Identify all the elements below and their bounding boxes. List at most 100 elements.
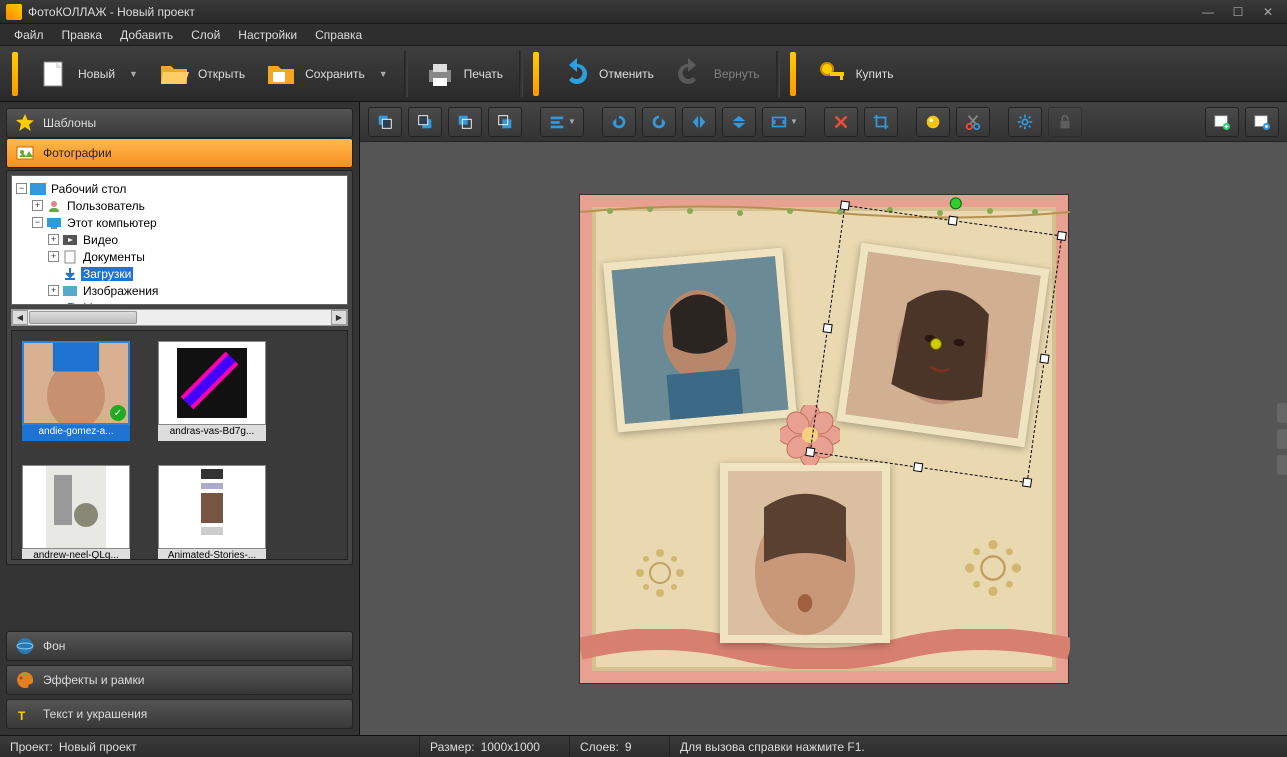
minimize-button[interactable]: — — [1195, 3, 1221, 21]
thumbnail-item[interactable]: Animated-Stories-... — [158, 465, 266, 560]
background-tab[interactable]: Фон — [6, 631, 353, 661]
text-tab[interactable]: T Текст и украшения — [6, 699, 353, 729]
fit-button[interactable]: ▼ — [762, 107, 806, 137]
collapse-icon[interactable]: − — [32, 217, 43, 228]
scroll-left-icon[interactable]: ◀ — [12, 310, 28, 325]
print-button[interactable]: Печать — [414, 52, 513, 96]
open-button[interactable]: Открыть — [148, 52, 255, 96]
delete-button[interactable] — [824, 107, 858, 137]
tree-scrollbar[interactable]: ◀ ▶ — [11, 309, 348, 326]
photos-tab[interactable]: Фотографии — [6, 138, 353, 168]
menu-help[interactable]: Справка — [307, 26, 370, 44]
tree-images[interactable]: + Изображения — [14, 282, 345, 299]
tree-label: Видео — [81, 233, 120, 247]
undo-button[interactable]: Отменить — [549, 52, 664, 96]
collage-photo[interactable] — [602, 247, 796, 432]
align-button[interactable]: ▼ — [540, 107, 584, 137]
right-tab[interactable] — [1277, 403, 1287, 423]
right-tab[interactable] — [1277, 429, 1287, 449]
redo-label: Вернуть — [714, 67, 760, 81]
pearl-decoration[interactable] — [630, 543, 690, 603]
menu-settings[interactable]: Настройки — [230, 26, 305, 44]
menu-layer[interactable]: Слой — [183, 26, 228, 44]
settings-button[interactable] — [1008, 107, 1042, 137]
tree-user[interactable]: + Пользователь — [14, 197, 345, 214]
resize-handle-w[interactable] — [822, 323, 832, 333]
bring-forward-button[interactable] — [408, 107, 442, 137]
templates-tab[interactable]: Шаблоны — [6, 108, 353, 138]
collage-canvas[interactable] — [579, 194, 1069, 684]
send-backward-button[interactable] — [448, 107, 482, 137]
flip-vertical-button[interactable] — [722, 107, 756, 137]
collage-photo[interactable] — [720, 463, 890, 643]
resize-handle-se[interactable] — [1022, 477, 1032, 487]
collapse-icon[interactable]: − — [16, 183, 27, 194]
thumbnail-image — [158, 341, 266, 425]
toolbar-separator — [776, 51, 780, 97]
tree-downloads[interactable]: Загрузки — [14, 265, 345, 282]
rotate-right-button[interactable] — [642, 107, 676, 137]
effects-tab[interactable]: Эффекты и рамки — [6, 665, 353, 695]
toolbar-accent — [533, 52, 539, 96]
expand-icon[interactable]: + — [48, 234, 59, 245]
close-button[interactable]: ✕ — [1255, 3, 1281, 21]
tree-video[interactable]: + Видео — [14, 231, 345, 248]
add-image-button[interactable] — [1205, 107, 1239, 137]
cut-button[interactable] — [956, 107, 990, 137]
image-settings-button[interactable] — [1245, 107, 1279, 137]
rotate-handle[interactable] — [948, 196, 962, 210]
maximize-button[interactable]: ☐ — [1225, 3, 1251, 21]
expand-icon[interactable]: + — [48, 251, 59, 262]
bring-front-button[interactable] — [368, 107, 402, 137]
save-button[interactable]: Сохранить ▼ — [255, 52, 398, 96]
resize-handle-sw[interactable] — [805, 446, 815, 456]
thumbnail-item[interactable]: andras-vas-Bd7g... — [158, 341, 266, 441]
menu-file[interactable]: Файл — [6, 26, 52, 44]
tree-desktop[interactable]: − Рабочий стол — [14, 180, 345, 197]
window-title: ФотоКОЛЛАЖ - Новый проект — [28, 5, 1195, 19]
bead-decoration — [580, 205, 1070, 219]
right-tab[interactable] — [1277, 455, 1287, 475]
resize-handle-nw[interactable] — [839, 200, 849, 210]
menu-edit[interactable]: Правка — [54, 26, 111, 44]
crop-button[interactable] — [864, 107, 898, 137]
resize-handle-e[interactable] — [1039, 353, 1049, 363]
flip-horizontal-button[interactable] — [682, 107, 716, 137]
toolbar-accent — [790, 52, 796, 96]
folder-tree[interactable]: − Рабочий стол + Пользователь − Этот ком… — [11, 175, 348, 305]
expand-icon[interactable]: + — [48, 285, 59, 296]
selection-box[interactable] — [809, 204, 1062, 482]
tree-label: Пользователь — [65, 199, 147, 213]
rotate-left-button[interactable] — [602, 107, 636, 137]
thumbnail-label: andie-gomez-a... — [22, 425, 130, 441]
resize-handle-n[interactable] — [947, 215, 957, 225]
menu-add[interactable]: Добавить — [112, 26, 181, 44]
sidebar: Шаблоны Фотографии − Рабочий стол + Поль… — [0, 102, 360, 735]
palette-icon — [15, 670, 35, 690]
thumbnail-item[interactable]: andrew-neel-QLq... — [22, 465, 130, 560]
tree-documents[interactable]: + Документы — [14, 248, 345, 265]
resize-handle-s[interactable] — [913, 462, 923, 472]
scroll-right-icon[interactable]: ▶ — [331, 310, 347, 325]
scroll-thumb[interactable] — [29, 311, 137, 324]
pivot-handle[interactable] — [929, 337, 943, 351]
canvas-toolbar: ▼ ▼ — [360, 102, 1287, 142]
thumbnail-item[interactable]: ✓ andie-gomez-a... — [22, 341, 130, 441]
tree-music[interactable]: Музыка — [14, 299, 345, 305]
new-button[interactable]: Новый ▼ — [28, 52, 148, 96]
expand-icon[interactable]: + — [32, 200, 43, 211]
resize-handle-ne[interactable] — [1056, 230, 1066, 240]
save-icon — [265, 58, 297, 90]
send-back-button[interactable] — [488, 107, 522, 137]
toolbar-separator — [404, 51, 408, 97]
titlebar: ФотоКОЛЛАЖ - Новый проект — ☐ ✕ — [0, 0, 1287, 24]
color-button[interactable] — [916, 107, 950, 137]
effects-label: Эффекты и рамки — [43, 673, 144, 687]
thumbnail-label: Animated-Stories-... — [158, 549, 266, 560]
canvas-viewport[interactable] — [360, 142, 1287, 735]
buy-button[interactable]: Купить — [806, 52, 904, 96]
undo-label: Отменить — [599, 67, 654, 81]
pearl-decoration[interactable] — [958, 533, 1028, 603]
tree-computer[interactable]: − Этот компьютер — [14, 214, 345, 231]
dropdown-arrow-icon: ▼ — [379, 69, 388, 79]
